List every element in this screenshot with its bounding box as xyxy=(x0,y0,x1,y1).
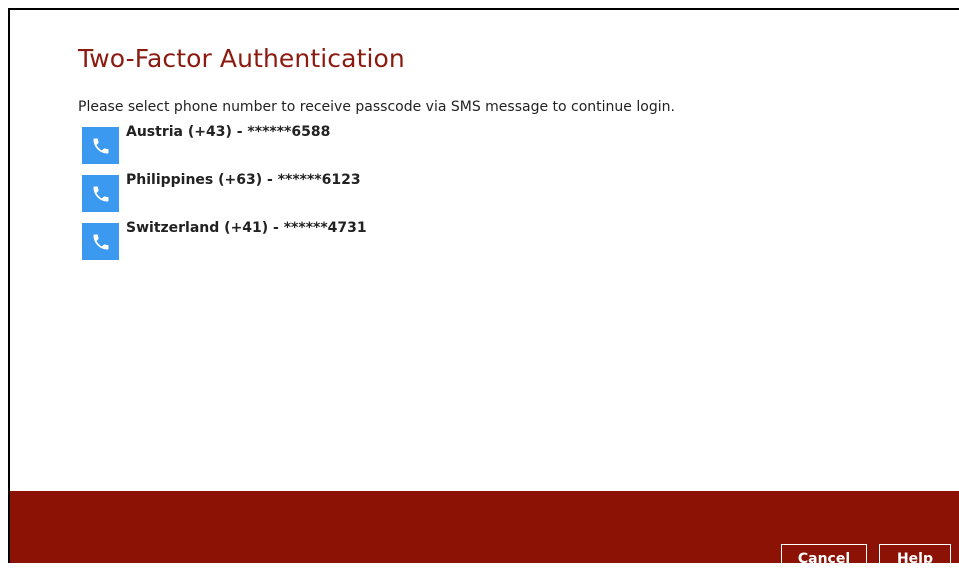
phone-label[interactable]: Austria (+43) - ******6588 xyxy=(126,124,330,140)
phone-list: Austria (+43) - ******6588 Philippines (… xyxy=(82,124,782,268)
cancel-button[interactable]: Cancel xyxy=(781,544,867,573)
phone-option-philippines[interactable]: Philippines (+63) - ******6123 xyxy=(82,172,782,220)
window-border-left xyxy=(8,8,10,563)
footer-bar: Cancel Help xyxy=(10,491,959,573)
phone-icon[interactable] xyxy=(82,175,119,212)
phone-label[interactable]: Switzerland (+41) - ******4731 xyxy=(126,220,367,236)
phone-icon[interactable] xyxy=(82,127,119,164)
window-border-top xyxy=(8,8,959,10)
dialog-title: Two-Factor Authentication xyxy=(78,44,405,73)
instruction-text: Please select phone number to receive pa… xyxy=(78,99,675,115)
phone-option-austria[interactable]: Austria (+43) - ******6588 xyxy=(82,124,782,172)
two-factor-dialog: Two-Factor Authentication Please select … xyxy=(0,0,959,573)
phone-label[interactable]: Philippines (+63) - ******6123 xyxy=(126,172,361,188)
help-button[interactable]: Help xyxy=(879,544,951,573)
phone-icon[interactable] xyxy=(82,223,119,260)
phone-option-switzerland[interactable]: Switzerland (+41) - ******4731 xyxy=(82,220,782,268)
